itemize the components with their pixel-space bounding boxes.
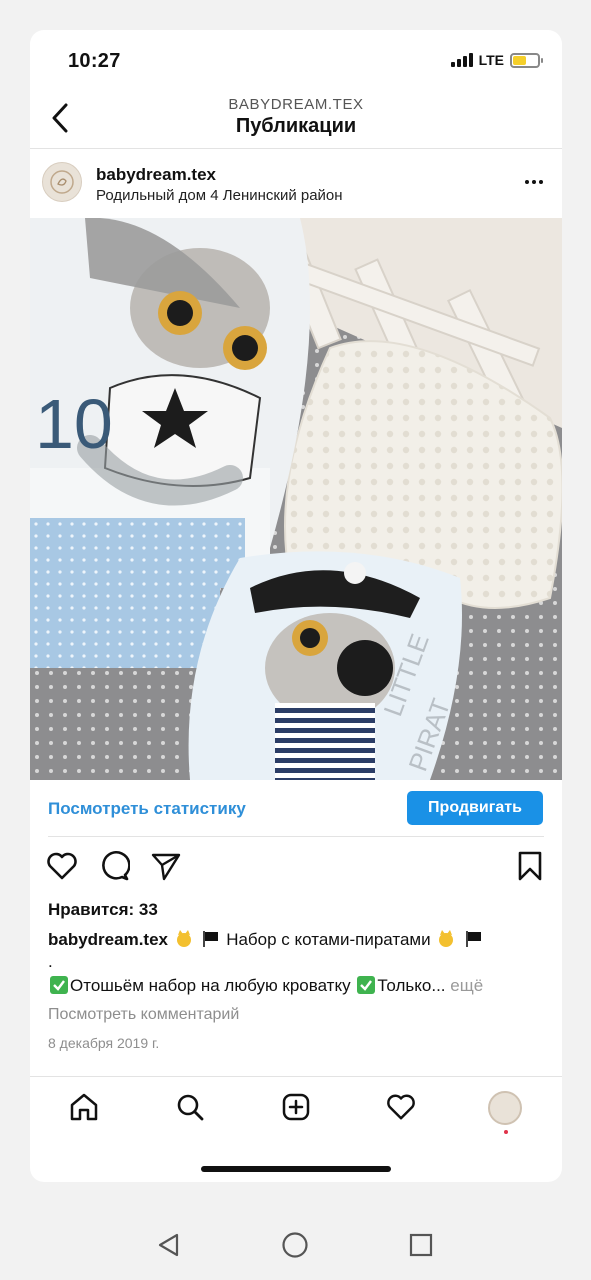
- save-button[interactable]: [514, 850, 546, 882]
- caption-text-2: Отошьём набор на любую кроватку: [70, 976, 351, 995]
- nav-recents-button[interactable]: [404, 1228, 438, 1262]
- more-options-button[interactable]: [522, 170, 546, 194]
- comment-button[interactable]: [98, 850, 131, 882]
- caption-second-line: Отошьём набор на любую кроватку Только..…: [48, 976, 483, 996]
- post-image: 10 LITTLE PIRAT: [30, 218, 562, 780]
- check-mark-icon: [357, 976, 376, 994]
- battery-icon: [510, 52, 543, 68]
- likes-count[interactable]: Нравится: 33: [48, 900, 158, 920]
- logo-icon: [50, 170, 74, 194]
- nav-home-button[interactable]: [278, 1228, 312, 1262]
- view-insights-link[interactable]: Посмотреть статистику: [48, 799, 246, 819]
- more-horizontal-icon: [525, 180, 529, 184]
- caption-first-line: babydream.tex Набор с котами-пиратами: [48, 930, 484, 950]
- pirate-flag-icon: [203, 931, 219, 947]
- search-icon: [177, 1094, 204, 1121]
- svg-text:10: 10: [35, 385, 113, 463]
- share-button[interactable]: [150, 850, 182, 882]
- signal-icon: [450, 53, 473, 67]
- caption-text-3: Только...: [377, 976, 446, 995]
- header-username: BABYDREAM.TEX: [228, 96, 364, 113]
- plus-square-icon: [282, 1093, 310, 1121]
- send-icon: [151, 853, 181, 881]
- circle-home-icon: [282, 1232, 308, 1258]
- app-screen: 10:27 LTE BABYDREAM.TEX Публикации babyd…: [30, 30, 562, 1182]
- tabbar-divider: [30, 1076, 562, 1077]
- post-photo[interactable]: 10 LITTLE PIRAT: [30, 218, 562, 780]
- promote-button[interactable]: Продвигать: [407, 791, 543, 825]
- network-label: LTE: [478, 52, 504, 68]
- bookmark-icon: [518, 851, 542, 881]
- check-mark-icon: [50, 976, 68, 994]
- tab-create[interactable]: [279, 1090, 313, 1124]
- cat-emoji-icon: [176, 930, 191, 947]
- status-time: 10:27: [68, 50, 121, 72]
- comment-icon: [102, 851, 131, 881]
- battery-level: [513, 55, 527, 65]
- like-button[interactable]: [46, 850, 78, 882]
- tab-search[interactable]: [173, 1090, 207, 1124]
- home-indicator[interactable]: [201, 1166, 391, 1172]
- caption-text: Набор с котами-пиратами: [226, 930, 431, 949]
- tab-home[interactable]: [67, 1090, 101, 1124]
- cat-emoji-icon: [439, 930, 454, 947]
- heart-icon: [47, 852, 77, 880]
- notification-dot: [504, 1130, 508, 1134]
- heart-icon: [387, 1094, 415, 1120]
- caption-username[interactable]: babydream.tex: [48, 930, 168, 949]
- pirate-flag-icon: [466, 931, 482, 947]
- view-comments-link[interactable]: Посмотреть комментарий: [48, 1006, 239, 1024]
- status-indicators: LTE: [450, 52, 543, 68]
- caption-more-link[interactable]: ещё: [450, 976, 483, 995]
- tab-profile-avatar[interactable]: [488, 1091, 522, 1125]
- header-divider: [30, 148, 562, 149]
- insights-divider: [48, 836, 544, 837]
- triangle-back-icon: [158, 1233, 179, 1257]
- page-title: Публикации: [235, 115, 357, 137]
- post-avatar[interactable]: [42, 162, 82, 202]
- post-date: 8 декабря 2019 г.: [48, 1035, 160, 1051]
- nav-back-button[interactable]: [152, 1228, 186, 1262]
- post-username[interactable]: babydream.tex: [96, 165, 216, 185]
- post-location[interactable]: Родильный дом 4 Ленинский район: [96, 187, 343, 204]
- caption-dot: .: [48, 952, 53, 971]
- tab-activity[interactable]: [384, 1090, 418, 1124]
- square-recents-icon: [409, 1233, 433, 1257]
- home-icon: [70, 1093, 98, 1121]
